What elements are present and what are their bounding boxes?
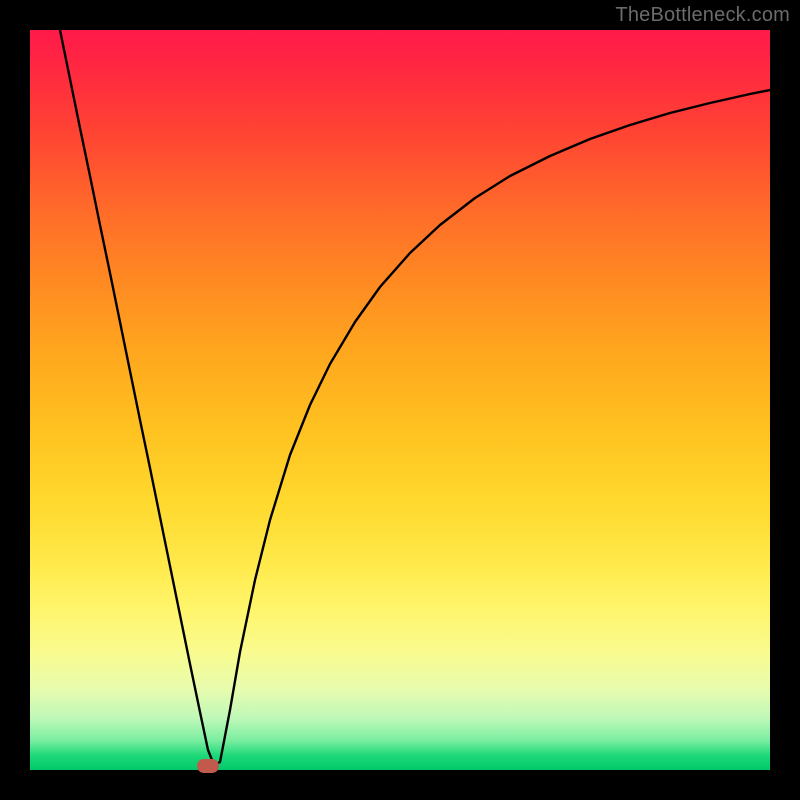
- bottleneck-curve: [30, 30, 770, 770]
- curve-path: [60, 30, 770, 765]
- watermark-text: TheBottleneck.com: [615, 4, 790, 27]
- chart-frame: TheBottleneck.com: [0, 0, 800, 800]
- plot-area: [30, 30, 770, 770]
- minimum-marker: [197, 759, 219, 773]
